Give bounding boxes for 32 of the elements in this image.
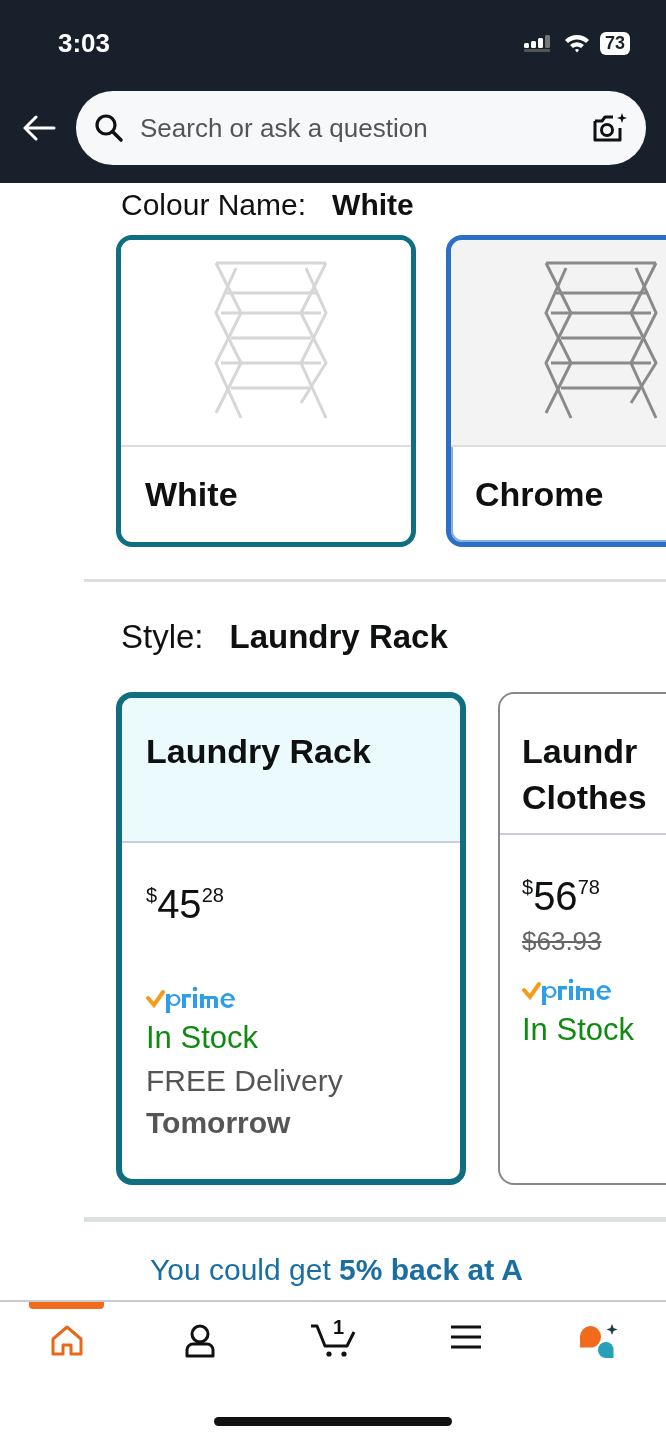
back-arrow-icon[interactable]	[22, 115, 56, 141]
colour-name-value: White	[332, 187, 414, 223]
colour-option-label: White	[144, 474, 239, 515]
style-option-title: Laundry Rack	[146, 731, 372, 772]
account-icon[interactable]	[183, 1324, 216, 1358]
style-label: Style:	[121, 618, 204, 656]
home-icon[interactable]	[49, 1324, 84, 1356]
style-option-card[interactable]: Laundry Rack $^{$}$45$^{28}$ In Stock FREE Delivery Tomorrow	[116, 692, 466, 1185]
delivery-day: Tomorrow	[146, 1106, 291, 1140]
colour-option-card[interactable]: White	[116, 235, 416, 547]
battery-indicator: 73	[599, 31, 630, 55]
style-option-title: Laundr	[522, 731, 639, 772]
search-icon	[94, 113, 124, 143]
delivery-text: FREE Delivery	[146, 1064, 343, 1098]
camera-icon[interactable]	[592, 112, 628, 144]
colour-option-card[interactable]: Chrome	[446, 235, 666, 547]
menu-icon[interactable]	[450, 1324, 483, 1350]
price: $^{$}$45$^{28}$	[146, 881, 224, 926]
price: $^{$}$56$^{78}$	[522, 873, 600, 918]
cashback-promo: You could get 5% back at A	[149, 1252, 525, 1288]
style-value: Laundry Rack	[229, 618, 448, 656]
status-time: 3:03	[58, 27, 111, 59]
wifi-icon	[563, 33, 590, 53]
stock-status: In Stock	[146, 1020, 258, 1056]
list-price: $63.93	[522, 926, 602, 958]
search-field[interactable]: Search or ask a question	[138, 111, 578, 145]
search-bar[interactable]: Search or ask a question	[76, 91, 646, 165]
colour-option-label: Chrome	[474, 474, 605, 515]
stock-status: In Stock	[522, 1012, 634, 1048]
style-option-card[interactable]: Laundr Clothes $^{$}$56$^{78}$ $63.93 In Stock	[498, 692, 666, 1185]
colour-name-label: Colour Name:	[121, 187, 307, 223]
style-option-title: Clothes	[522, 777, 648, 818]
